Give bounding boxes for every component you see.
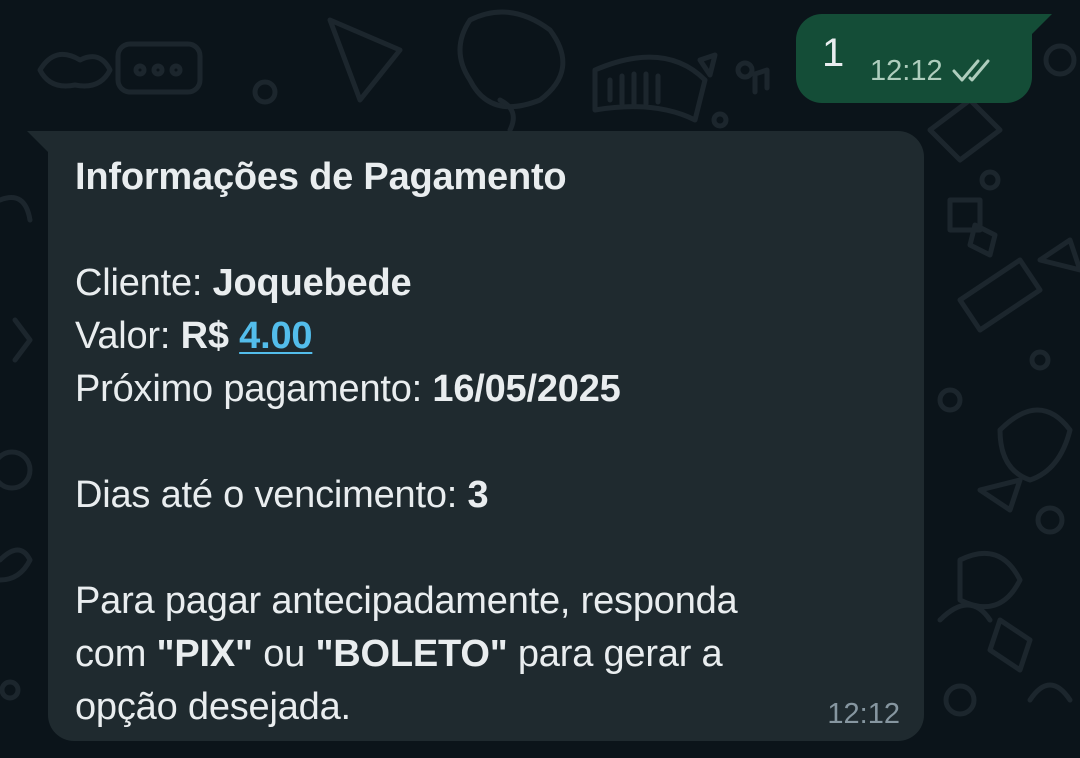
next-payment-date: 16/05/2025 [432,368,621,410]
value-currency: R$ [180,315,240,357]
client-value: Joquebede [212,262,412,304]
client-line: Cliente: Joquebede [75,257,875,310]
incoming-message-bubble[interactable]: Informações de Pagamento Cliente: Joqueb… [48,131,924,741]
value-label: Valor: [75,315,181,357]
outgoing-bubble-tail [1030,14,1052,36]
incoming-bubble-tail [27,131,49,153]
outgoing-message-bubble[interactable]: 1 12:12 [796,14,1032,103]
instruction-line-3: opção desejada. [75,686,351,728]
instruction-text: com [75,633,157,675]
value-line: Valor: R$ 4.00 [75,310,875,363]
instruction-text: ou [252,633,316,675]
next-payment-label: Próximo pagamento: [75,368,433,410]
incoming-message-time: 12:12 [827,698,900,730]
days-label: Dias até o vencimento: [75,474,468,516]
instruction-line-1: Para pagar antecipadamente, responda [75,580,738,622]
instruction-line-2: com "PIX" ou "BOLETO" para gerar a [75,628,875,681]
next-payment-line: Próximo pagamento: 16/05/2025 [75,363,875,416]
outgoing-message-time: 12:12 [870,55,943,87]
instruction-text: para gerar a [507,633,723,675]
days-value: 3 [467,474,489,516]
outgoing-message-meta: 12:12 [870,54,997,88]
value-amount-link[interactable]: 4.00 [239,315,312,357]
outgoing-message-text: 1 [822,31,845,75]
client-label: Cliente: [75,262,213,304]
double-check-icon [952,59,990,82]
days-line: Dias até o vencimento: 3 [75,469,875,522]
incoming-message-text: Informações de Pagamento Cliente: Joqueb… [75,151,875,734]
boleto-keyword: "BOLETO" [315,633,508,675]
payment-info-title: Informações de Pagamento [75,156,567,198]
pix-keyword: "PIX" [156,633,253,675]
